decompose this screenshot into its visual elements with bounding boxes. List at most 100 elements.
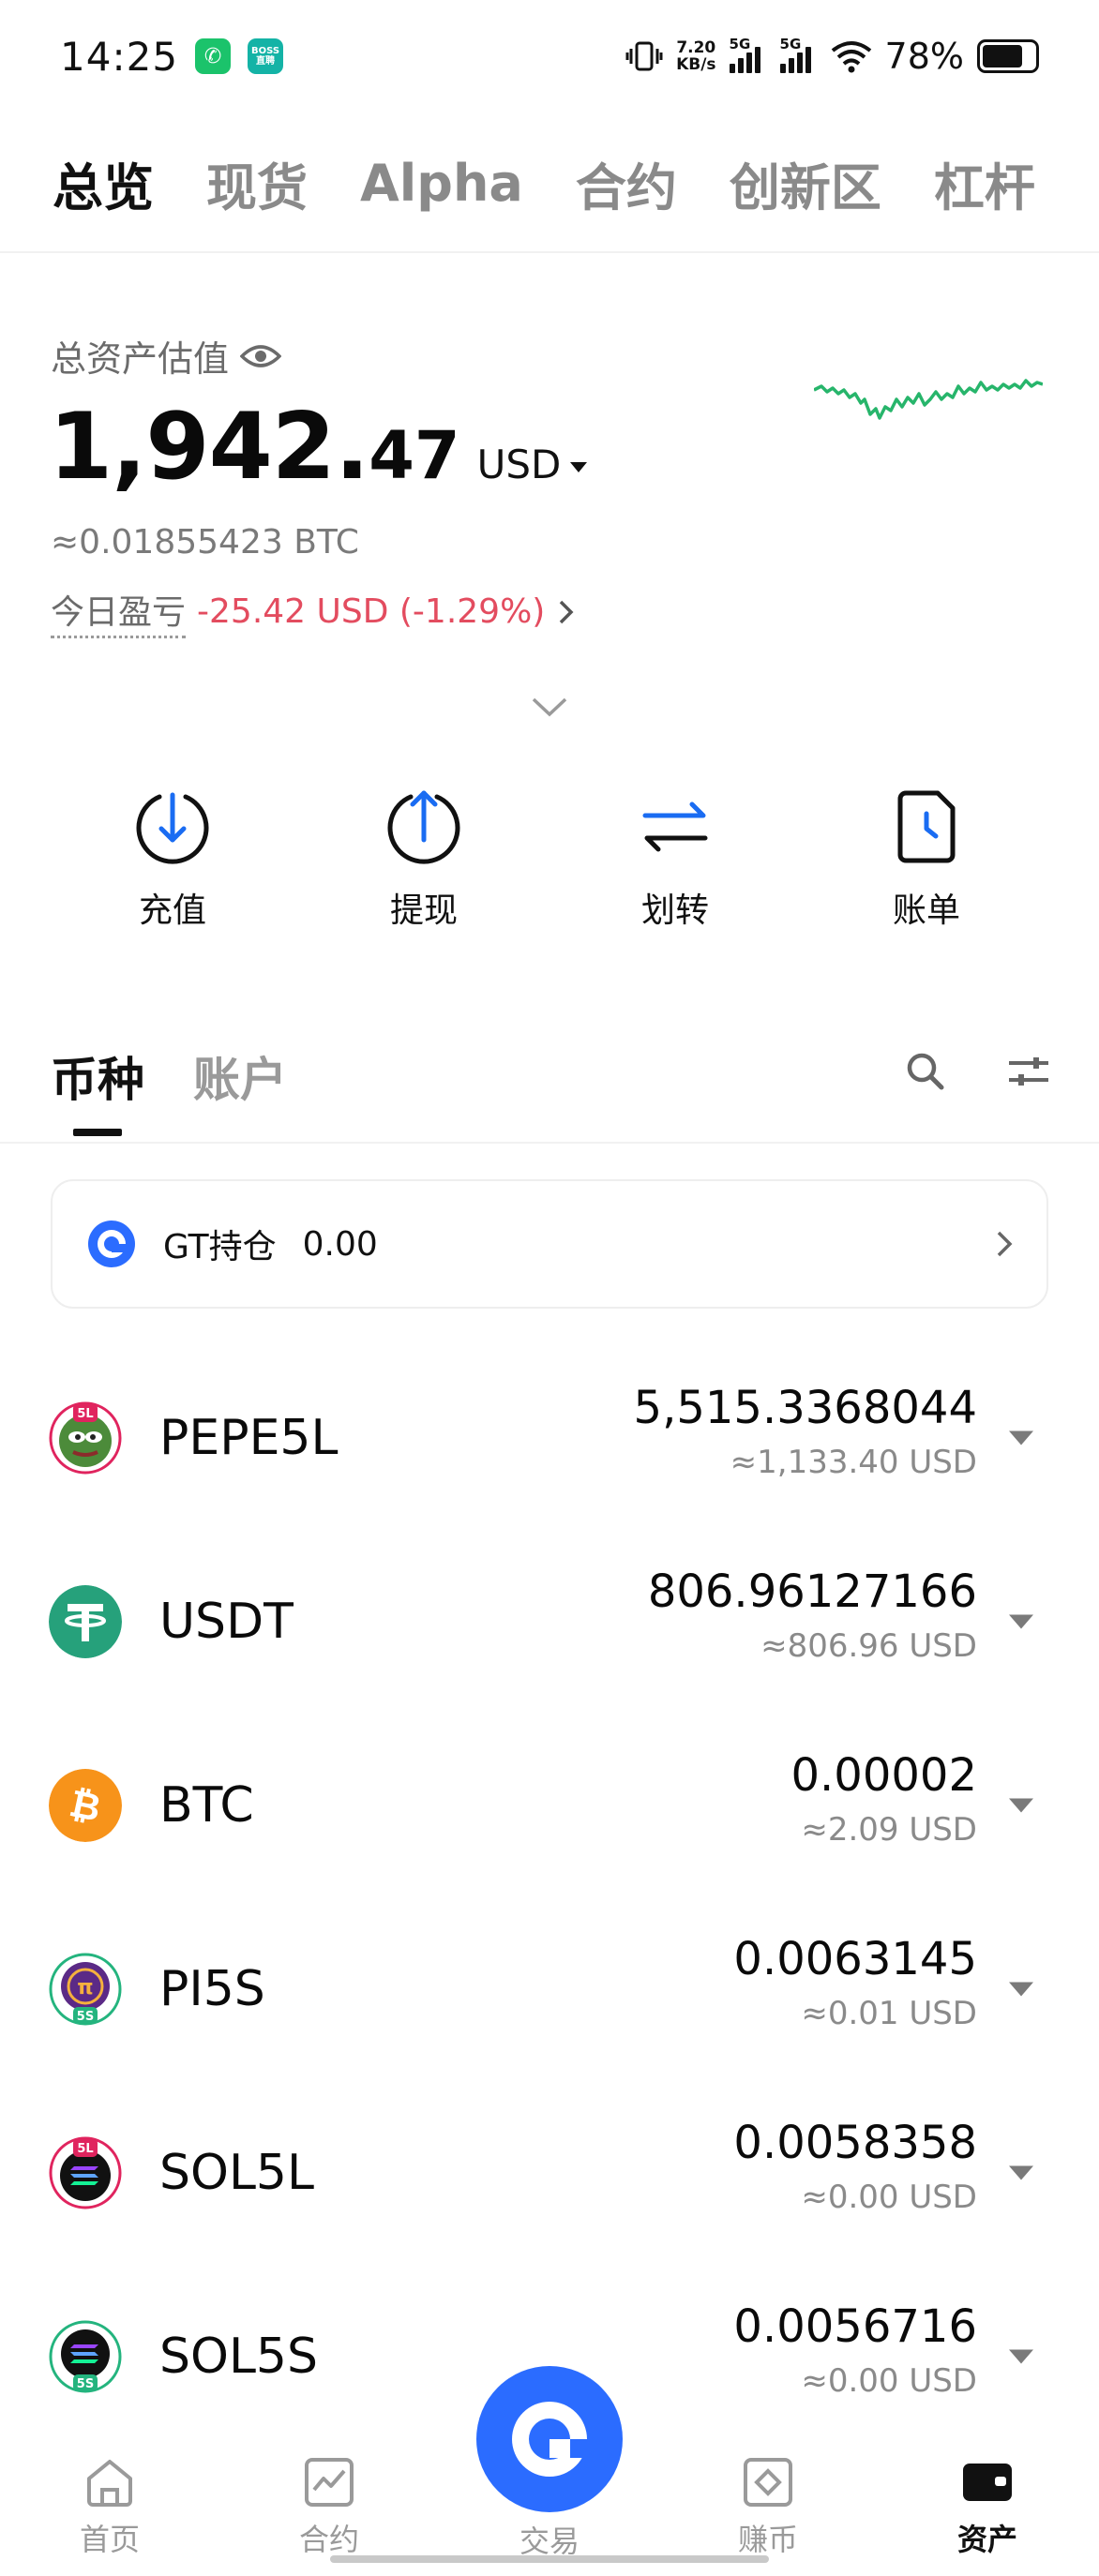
bill-label: 账单 [892,891,960,930]
status-bar: 14:25 ✆ BOSS直聘 7.20 KB/s 5G 5G 78% [0,0,1099,112]
chevron-right-icon [560,600,574,623]
coin-row-pepe5l[interactable]: 5L PEPE5L 5,515.3368044 ≈1,133.40 USD [0,1346,1099,1530]
asset-total-decimal: 47 [369,417,460,494]
coin-amount: 0.00002 [790,1749,978,1802]
sparkline-chart [814,379,1043,420]
btc-coin-icon: ₿ [49,1769,122,1842]
expand-caret-icon[interactable] [1009,1430,1033,1445]
active-tab-indicator [73,1129,122,1136]
btc-equivalent: ≈0.01855423 BTC [51,523,359,562]
asset-total: 1,942. 47 USD [49,394,588,501]
transfer-button[interactable]: 划转 [581,787,769,932]
pepe-coin-icon: 5L [49,1401,122,1475]
tab-innovation[interactable]: 创新区 [730,146,881,220]
expand-chevron-icon[interactable] [531,696,568,718]
leverage-badge: 5L [77,2142,93,2156]
coin-usd-value: ≈0.00 USD [801,2362,977,2400]
bill-button[interactable]: 账单 [833,787,1020,932]
nav-futures[interactable]: 合约 [219,2428,439,2576]
transfer-icon [642,801,708,852]
coin-row-pi5s[interactable]: π 5S PI5S 0.0063145 ≈0.01 USD [0,1897,1099,2081]
trade-icon [512,2402,587,2477]
nav-earn-label: 赚币 [737,2522,798,2557]
coin-usd-value: ≈2.09 USD [801,1811,977,1849]
boss-app-icon: BOSS直聘 [248,38,284,74]
tab-margin[interactable]: 杠杆 [934,146,1035,220]
home-icon [87,2460,132,2507]
pi-coin-icon: π 5S [49,1953,122,2026]
eye-icon[interactable] [240,343,282,369]
expand-caret-icon[interactable] [1009,1614,1033,1629]
nav-home[interactable]: 首页 [0,2428,219,2576]
gt-holding-card[interactable]: GT持仓 0.00 [51,1179,1048,1309]
network-speed-value: 7.20 [676,38,716,57]
tab-accounts[interactable]: 账户 [193,1042,287,1110]
withdraw-icon [387,790,460,864]
vibrate-icon [625,41,663,71]
top-tabs: 总览 现货 Alpha 合约 创新区 杠杆 [53,141,1099,225]
search-icon[interactable] [902,1048,949,1095]
network-speed: 7.20 KB/s [676,39,715,73]
tab-coins[interactable]: 币种 [51,1042,144,1110]
battery-icon [977,39,1039,73]
gt-value: 0.00 [302,1224,378,1264]
coin-name: BTC [159,1777,254,1834]
coin-row-sol5l[interactable]: 5L SOL5L 0.0058358 ≈0.00 USD [0,2081,1099,2265]
quick-actions: 充值 提现 划转 账单 [0,787,1099,932]
tab-spot[interactable]: 现货 [206,146,308,220]
deposit-button[interactable]: 充值 [79,787,266,932]
currency-label: USD [476,442,562,487]
coin-name: SOL5S [159,2329,318,2385]
withdraw-button[interactable]: 提现 [330,787,518,932]
nav-assets-label: 资产 [956,2522,1017,2557]
expand-caret-icon[interactable] [1009,1798,1033,1813]
tab-alpha[interactable]: Alpha [360,154,523,213]
wallet-icon [963,2464,1012,2501]
coin-amount: 806.96127166 [647,1565,977,1618]
leverage-badge: 5S [77,2010,94,2024]
coin-name: SOL5L [159,2145,314,2201]
coin-row-btc[interactable]: ₿ BTC 0.00002 ≈2.09 USD [0,1714,1099,1897]
filter-icon[interactable] [1005,1048,1052,1095]
battery-percent: 78% [884,36,964,77]
asset-label-row: 总资产估值 [51,330,282,382]
coin-name: PEPE5L [159,1410,339,1466]
sub-tabs: 币种 账户 [51,1042,287,1110]
wifi-icon [831,41,871,73]
expand-caret-icon[interactable] [1009,2349,1033,2364]
svg-text:π: π [77,1976,93,1999]
earn-icon [744,2458,792,2507]
deposit-label: 充值 [138,891,206,930]
nav-assets[interactable]: 资产 [878,2428,1097,2576]
asset-label: 总资产估值 [51,338,230,380]
list-tools [902,1048,1052,1095]
tabs-divider [0,251,1099,253]
today-pnl[interactable]: 今日盈亏 -25.42 USD (-1.29%) [51,585,575,638]
deposit-icon [136,792,209,864]
expand-caret-icon[interactable] [1009,2165,1033,2180]
currency-selector[interactable]: USD [477,442,588,487]
coin-usd-value: ≈806.96 USD [760,1627,977,1665]
caret-down-icon [570,462,588,472]
expand-caret-icon[interactable] [1009,1982,1033,1997]
coin-row-usdt[interactable]: USDT 806.96127166 ≈806.96 USD [0,1530,1099,1714]
leverage-badge: 5S [77,2377,94,2391]
tab-overview[interactable]: 总览 [53,146,154,220]
coin-amount: 0.0063145 [733,1933,977,1985]
nav-earn[interactable]: 赚币 [658,2428,878,2576]
coin-usd-value: ≈1,133.40 USD [730,1444,977,1481]
tab-futures[interactable]: 合约 [576,146,677,220]
coin-amount: 0.0058358 [733,2117,977,2169]
nav-futures-label: 合约 [298,2522,359,2557]
sparkline-line [814,379,1043,420]
usdt-coin-icon [49,1585,122,1658]
transfer-label: 划转 [640,891,709,930]
network-speed-unit: KB/s [676,55,716,74]
sim2-label: 5G [779,36,802,52]
bill-icon [897,790,956,863]
nav-home-label: 首页 [79,2522,140,2557]
gt-name: GT持仓 [163,1228,277,1266]
trade-button[interactable] [476,2366,623,2512]
chevron-right-icon [997,1231,1013,1257]
boss-app-label: BOSS直聘 [251,46,280,67]
